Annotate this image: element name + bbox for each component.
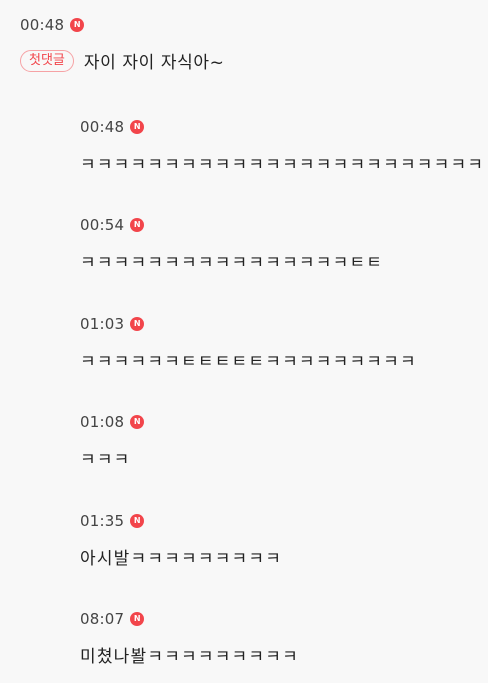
comment-body: 첫댓글 자이 자이 자식아~: [20, 48, 488, 73]
new-badge-icon: N: [130, 317, 145, 331]
new-badge-icon: N: [130, 514, 145, 528]
reply-meta: 01:03 N: [80, 315, 488, 333]
new-badge-icon: N: [70, 18, 85, 32]
comment-meta: 00:48 N: [20, 16, 488, 34]
reply-body: ㅋㅋㅋㅋㅋㅋㅋㅋㅋㅋㅋㅋㅋㅋㅋㅋㅋㅋㅋㅋㅋㅋㅋㅋ: [80, 150, 488, 175]
reply-time: 08:07: [80, 610, 125, 628]
reply-meta: 01:08 N: [80, 413, 488, 431]
reply-comment: 01:35 N 아시발ㅋㅋㅋㅋㅋㅋㅋㅋㅋ: [80, 512, 488, 569]
new-badge-icon: N: [130, 612, 145, 626]
reply-text: 미쳤나봘ㅋㅋㅋㅋㅋㅋㅋㅋㅋ: [80, 647, 299, 667]
reply-meta: 00:48 N: [80, 118, 488, 136]
reply-text: ㅋㅋㅋㅋㅋㅋㅋㅋㅋㅋㅋㅋㅋㅋㅋㅋㅋㅋㅋㅋㅋㅋㅋㅋ: [80, 155, 485, 175]
comment-time: 00:48: [20, 16, 65, 34]
reply-meta: 08:07 N: [80, 610, 488, 628]
first-comment-tag: 첫댓글: [20, 49, 74, 72]
reply-time: 00:48: [80, 118, 125, 136]
reply-body: 미쳤나봘ㅋㅋㅋㅋㅋㅋㅋㅋㅋ: [80, 642, 488, 667]
reply-time: 00:54: [80, 216, 125, 234]
reply-body: ㅋㅋㅋㅋㅋㅋㅌㅌㅌㅌㅌㅋㅋㅋㅋㅋㅋㅋㅋㅋ: [80, 347, 488, 372]
reply-body: ㅋㅋㅋㅋㅋㅋㅋㅋㅋㅋㅋㅋㅋㅋㅋㅋㅌㅌ: [80, 248, 488, 273]
reply-text: 아시발ㅋㅋㅋㅋㅋㅋㅋㅋㅋ: [80, 549, 283, 569]
reply-comment: 00:54 N ㅋㅋㅋㅋㅋㅋㅋㅋㅋㅋㅋㅋㅋㅋㅋㅋㅌㅌ: [80, 216, 488, 273]
reply-body: 아시발ㅋㅋㅋㅋㅋㅋㅋㅋㅋ: [80, 544, 488, 569]
new-badge-icon: N: [130, 120, 145, 134]
reply-body: ㅋㅋㅋ: [80, 445, 488, 470]
reply-comment: 01:08 N ㅋㅋㅋ: [80, 413, 488, 470]
main-comment: 00:48 N 첫댓글 자이 자이 자식아~: [20, 16, 488, 73]
reply-comment: 01:03 N ㅋㅋㅋㅋㅋㅋㅌㅌㅌㅌㅌㅋㅋㅋㅋㅋㅋㅋㅋㅋ: [80, 315, 488, 372]
new-badge-icon: N: [130, 218, 145, 232]
reply-comment: 08:07 N 미쳤나봘ㅋㅋㅋㅋㅋㅋㅋㅋㅋ: [80, 610, 488, 667]
comment-text: 자이 자이 자식아~: [83, 53, 225, 73]
reply-time: 01:35: [80, 512, 125, 530]
reply-text: ㅋㅋㅋ: [80, 450, 131, 470]
reply-meta: 01:35 N: [80, 512, 488, 530]
reply-comment: 00:48 N ㅋㅋㅋㅋㅋㅋㅋㅋㅋㅋㅋㅋㅋㅋㅋㅋㅋㅋㅋㅋㅋㅋㅋㅋ: [80, 118, 488, 175]
reply-meta: 00:54 N: [80, 216, 488, 234]
new-badge-icon: N: [130, 415, 145, 429]
reply-time: 01:03: [80, 315, 125, 333]
reply-text: ㅋㅋㅋㅋㅋㅋㅌㅌㅌㅌㅌㅋㅋㅋㅋㅋㅋㅋㅋㅋ: [80, 352, 417, 372]
reply-text: ㅋㅋㅋㅋㅋㅋㅋㅋㅋㅋㅋㅋㅋㅋㅋㅋㅌㅌ: [80, 253, 384, 273]
reply-time: 01:08: [80, 413, 125, 431]
